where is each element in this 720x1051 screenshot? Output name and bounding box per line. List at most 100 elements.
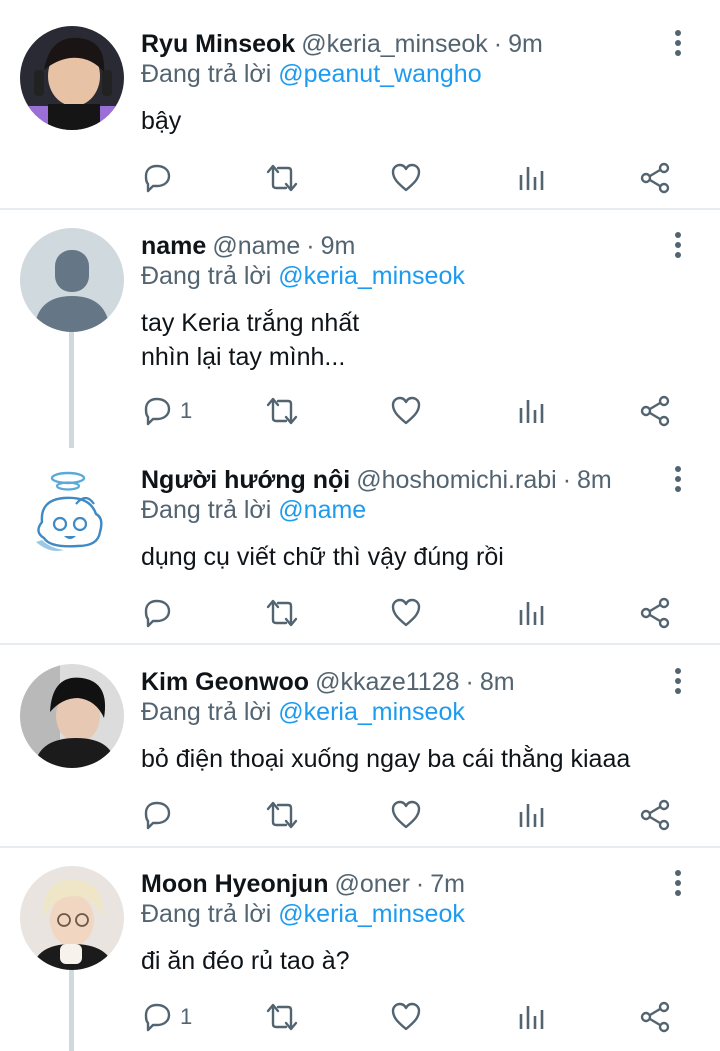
views-button[interactable] <box>516 997 546 1037</box>
reply-icon <box>144 397 171 426</box>
replying-prefix: Đang trả lời <box>141 698 272 726</box>
handle[interactable]: @kkaze1128 <box>315 668 459 697</box>
replying-prefix: Đang trả lời <box>141 60 272 88</box>
reply-mention[interactable]: @name <box>278 496 366 524</box>
analytics-icon <box>519 804 544 827</box>
heart-icon <box>391 800 421 829</box>
views-button[interactable] <box>516 391 546 431</box>
handle[interactable]: @oner <box>334 870 409 899</box>
share-button[interactable] <box>638 795 672 835</box>
like-button[interactable] <box>389 391 423 431</box>
retweet-button[interactable] <box>264 391 300 431</box>
action-bar: 1 <box>0 997 720 1037</box>
reply-mention[interactable]: @peanut_wangho <box>278 60 481 88</box>
display-name[interactable]: Người hướng nội <box>141 466 350 495</box>
separator-dot: · <box>306 231 315 260</box>
tweet-header: name @name · 9m <box>141 228 355 264</box>
share-button[interactable] <box>638 997 672 1037</box>
more-options-icon[interactable] <box>668 230 688 260</box>
retweet-button[interactable] <box>264 795 300 835</box>
avatar[interactable] <box>20 664 124 768</box>
share-icon <box>640 597 670 629</box>
replying-prefix: Đang trả lời <box>141 900 272 928</box>
tweet[interactable]: Ryu Minseok @keria_minseok · 9m Đang trả… <box>0 26 720 208</box>
share-button[interactable] <box>638 391 672 431</box>
replying-to: Đang trả lời @keria_minseok <box>141 262 465 291</box>
replying-to: Đang trả lời @keria_minseok <box>141 900 465 929</box>
action-bar <box>0 593 720 633</box>
reply-count: 1 <box>180 398 193 423</box>
separator-dot: · <box>415 869 425 898</box>
timestamp[interactable]: 7m <box>430 870 465 899</box>
more-options-icon[interactable] <box>668 666 688 696</box>
avatar[interactable] <box>20 26 124 130</box>
handle[interactable]: @hoshomichi.rabi <box>356 466 556 495</box>
retweet-icon <box>266 599 298 627</box>
retweet-button[interactable] <box>264 593 300 633</box>
avatar[interactable] <box>20 866 124 970</box>
heart-icon <box>391 163 421 192</box>
retweet-button[interactable] <box>264 997 300 1037</box>
display-name[interactable]: Kim Geonwoo <box>141 668 309 697</box>
share-icon <box>640 799 670 831</box>
more-options-icon[interactable] <box>668 868 688 898</box>
tweet[interactable]: name @name · 9m Đang trả lời @keria_mins… <box>0 228 720 448</box>
retweet-icon <box>266 1003 298 1031</box>
tweet[interactable]: Moon Hyeonjun @oner · 7m Đang trả lời @k… <box>0 866 720 1051</box>
display-name[interactable]: Ryu Minseok <box>141 30 295 59</box>
avatar[interactable] <box>20 462 124 566</box>
more-options-icon[interactable] <box>668 464 688 494</box>
tweet-text: đi ăn đéo rủ tao à? <box>141 947 350 975</box>
tweet[interactable]: Kim Geonwoo @kkaze1128 · 8m Đang trả lời… <box>0 664 720 846</box>
timestamp[interactable]: 9m <box>508 30 543 59</box>
views-button[interactable] <box>516 158 546 198</box>
handle[interactable]: @name <box>212 232 300 261</box>
avatar[interactable] <box>20 228 124 332</box>
like-button[interactable] <box>389 997 423 1037</box>
separator-dot: · <box>465 667 474 696</box>
tweet-text: tay Keria trắng nhất nhìn lại tay mình..… <box>141 309 360 371</box>
share-button[interactable] <box>638 593 672 633</box>
like-button[interactable] <box>389 795 423 835</box>
display-name[interactable]: Moon Hyeonjun <box>141 870 328 899</box>
views-button[interactable] <box>516 593 546 633</box>
reply-button[interactable] <box>140 593 180 633</box>
tweet-header: Người hướng nội @hoshomichi.rabi · 8m <box>141 462 612 498</box>
timestamp[interactable]: 9m <box>321 232 356 261</box>
like-button[interactable] <box>389 593 423 633</box>
reply-count: 1 <box>180 1004 193 1029</box>
handle[interactable]: @keria_minseok <box>301 30 488 59</box>
replying-prefix: Đang trả lời <box>141 496 272 524</box>
reply-mention[interactable]: @keria_minseok <box>278 698 465 726</box>
reply-icon <box>144 1003 171 1032</box>
more-options-icon[interactable] <box>668 28 688 58</box>
divider <box>0 208 720 210</box>
tweet-text: bỏ điện thoại xuống ngay ba cái thằng ki… <box>141 745 631 773</box>
share-icon <box>640 162 670 194</box>
divider <box>0 643 720 645</box>
heart-icon <box>391 598 421 627</box>
retweet-icon <box>266 164 298 192</box>
timestamp[interactable]: 8m <box>577 466 612 495</box>
share-button[interactable] <box>638 158 672 198</box>
reply-button[interactable] <box>140 158 180 198</box>
like-button[interactable] <box>389 158 423 198</box>
heart-icon <box>391 396 421 425</box>
replying-prefix: Đang trả lời <box>141 262 272 290</box>
action-bar <box>0 795 720 835</box>
reply-mention[interactable]: @keria_minseok <box>278 900 465 928</box>
views-button[interactable] <box>516 795 546 835</box>
timestamp[interactable]: 8m <box>480 668 515 697</box>
reply-icon <box>144 599 171 628</box>
separator-dot: · <box>493 29 503 58</box>
retweet-button[interactable] <box>264 158 300 198</box>
reply-button[interactable]: 1 <box>140 997 192 1037</box>
reply-button[interactable]: 1 <box>140 391 192 431</box>
tweet[interactable]: Người hướng nội @hoshomichi.rabi · 8m Đa… <box>0 462 720 642</box>
analytics-icon <box>519 1006 544 1029</box>
analytics-icon <box>519 602 544 625</box>
tweet-header: Moon Hyeonjun @oner · 7m <box>141 866 465 902</box>
reply-mention[interactable]: @keria_minseok <box>278 262 465 290</box>
display-name[interactable]: name <box>141 232 206 261</box>
reply-button[interactable] <box>140 795 180 835</box>
